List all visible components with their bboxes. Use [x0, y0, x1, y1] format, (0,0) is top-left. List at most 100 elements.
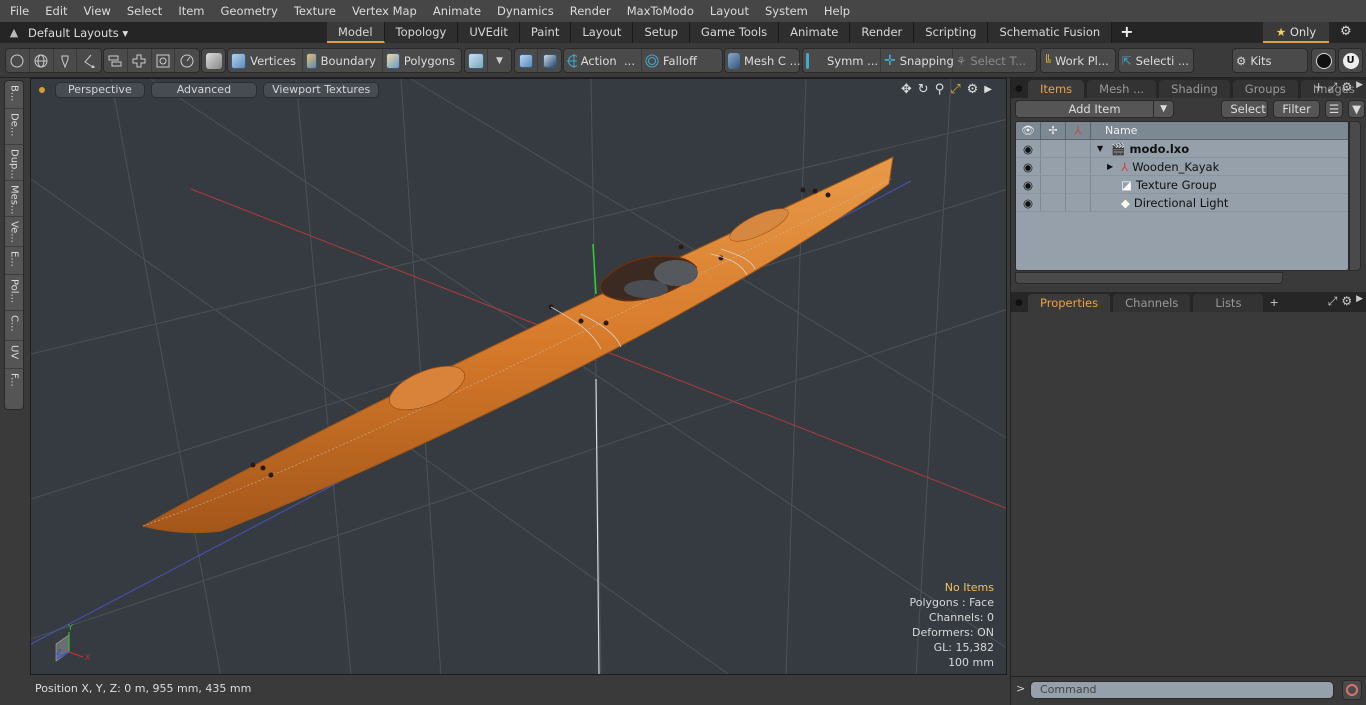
menu-item[interactable]: Item — [170, 0, 212, 22]
lock-column-icon[interactable]: ✢ — [1041, 122, 1066, 139]
filter-button[interactable]: Filter — [1273, 100, 1320, 118]
locator-column-icon[interactable]: ⅄ — [1066, 122, 1091, 139]
chevron-down-icon[interactable]: ▼ — [488, 49, 511, 72]
rotate-view-icon[interactable]: ↻ — [918, 82, 929, 98]
unreal-icon[interactable]: U — [1339, 49, 1362, 72]
dial-icon[interactable] — [175, 49, 199, 72]
tab-layout[interactable]: Layout — [571, 22, 634, 43]
vtab-polygon[interactable]: Pol... — [5, 275, 23, 311]
eye-icon[interactable]: ◉ — [1016, 176, 1041, 193]
menu-view[interactable]: View — [76, 0, 119, 22]
lock-cell[interactable] — [1041, 194, 1066, 211]
menu-maxtomodo[interactable]: MaxToModo — [619, 0, 702, 22]
menu-dynamics[interactable]: Dynamics — [489, 0, 562, 22]
collapse-arrow-icon[interactable]: ▲ — [0, 26, 28, 39]
menu-animate[interactable]: Animate — [425, 0, 489, 22]
globe-icon[interactable] — [30, 49, 54, 72]
panel-gear-icon[interactable]: ⚙ — [1341, 80, 1352, 95]
eye-icon[interactable]: ◉ — [1016, 140, 1041, 157]
expand-panel-icon[interactable]: ⤢ — [1328, 294, 1338, 309]
add-tab-icon[interactable]: + — [1269, 294, 1278, 312]
item-cube-icon[interactable] — [202, 49, 225, 72]
viewport-status-dot-icon[interactable] — [39, 87, 45, 93]
tab-schematic-fusion[interactable]: Schematic Fusion — [988, 22, 1113, 43]
menu-layout[interactable]: Layout — [702, 0, 757, 22]
tab-game-tools[interactable]: Game Tools — [689, 22, 780, 43]
tab-scripting[interactable]: Scripting — [914, 22, 989, 43]
add-item-dropdown-icon[interactable]: ▼ — [1153, 101, 1173, 117]
menu-texture[interactable]: Texture — [286, 0, 344, 22]
menu-render[interactable]: Render — [562, 0, 619, 22]
panel-arrow-icon[interactable]: ▶ — [1356, 80, 1363, 95]
select-through-button[interactable]: ⚘ Select T... — [953, 49, 1033, 72]
menu-select[interactable]: Select — [119, 0, 170, 22]
add-item-button[interactable]: Add Item ▼ — [1015, 100, 1175, 118]
mesh-constraint-button[interactable]: Mesh C ... — [725, 49, 807, 72]
unity-icon[interactable] — [1312, 49, 1335, 72]
vtab-deform[interactable]: De... — [5, 109, 23, 145]
viewport-settings-gear-icon[interactable]: ⚙ — [967, 82, 979, 98]
menu-system[interactable]: System — [757, 0, 816, 22]
selection-sets-button[interactable]: ⇱ Selecti ... — [1119, 49, 1195, 72]
eye-icon[interactable]: ◉ — [1016, 194, 1041, 211]
tab-animate[interactable]: Animate — [779, 22, 851, 43]
transform-cube-icon[interactable] — [515, 49, 539, 72]
maximize-view-icon[interactable]: ⤢ — [950, 82, 960, 98]
lock-cell[interactable] — [1041, 140, 1066, 157]
menu-edit[interactable]: Edit — [37, 0, 75, 22]
zoom-view-icon[interactable]: ⚲ — [935, 82, 945, 98]
material-cube-icon[interactable] — [465, 49, 489, 72]
lock-cell[interactable] — [1041, 158, 1066, 175]
tab-items[interactable]: Items — [1028, 80, 1085, 98]
command-input[interactable]: Command — [1030, 681, 1334, 699]
visibility-column-eye-icon[interactable]: 👁 — [1016, 122, 1041, 139]
kits-button[interactable]: ⚙ Kits — [1233, 49, 1278, 72]
select-button[interactable]: Select — [1221, 100, 1269, 118]
tree-row[interactable]: ◉ ◪ Texture Group — [1016, 176, 1348, 194]
tab-model[interactable]: Model — [327, 22, 385, 43]
falloff-button[interactable]: Falloff — [642, 49, 722, 72]
vtab-uv[interactable]: UV — [5, 341, 23, 369]
viewport-menu-arrow-icon[interactable]: ▶ — [984, 82, 992, 98]
action-center-button[interactable]: Action ... — [564, 49, 642, 72]
tab-groups[interactable]: Groups — [1232, 80, 1298, 98]
vtab-mesh-edit[interactable]: Mes... — [5, 181, 23, 217]
menu-help[interactable]: Help — [816, 0, 858, 22]
element-cube-icon[interactable] — [538, 49, 561, 72]
menu-vertex-map[interactable]: Vertex Map — [344, 0, 425, 22]
add-tab-plus-icon[interactable]: + — [1112, 22, 1141, 43]
panel-gear-icon[interactable]: ⚙ — [1341, 294, 1352, 309]
lock-cell[interactable] — [1041, 176, 1066, 193]
snapping-button[interactable]: ✛ Snapping — [881, 49, 954, 72]
3d-viewport[interactable]: Y X Z Perspective Advanced Viewport Text… — [30, 78, 1007, 675]
eye-icon[interactable]: ◉ — [1016, 158, 1041, 175]
tab-properties[interactable]: Properties — [1028, 294, 1111, 312]
vtab-fusion[interactable]: F... — [5, 369, 23, 403]
vtab-edge[interactable]: E... — [5, 247, 23, 275]
stack-icon[interactable] — [104, 49, 128, 72]
pen-tool-icon[interactable] — [54, 49, 78, 72]
menu-file[interactable]: File — [0, 0, 37, 22]
list-options-icon[interactable]: ☰ — [1324, 100, 1344, 118]
advanced-button[interactable]: Advanced — [150, 82, 258, 98]
command-record-button[interactable] — [1342, 680, 1362, 700]
gear-icon[interactable]: ⚙ — [1340, 24, 1352, 39]
tree-row[interactable]: ◉ ▶ ⅄ Wooden_Kayak — [1016, 158, 1348, 176]
tab-channels[interactable]: Channels — [1113, 294, 1191, 312]
tree-row[interactable]: ◉ ▼ 🎬 modo.lxo — [1016, 140, 1348, 158]
add-tab-icon[interactable]: + — [1314, 80, 1324, 95]
default-layouts-dropdown[interactable]: Default Layouts ▾ — [28, 26, 328, 40]
panel-arrow-icon[interactable]: ▶ — [1356, 294, 1363, 309]
collapse-arrow-icon[interactable]: ▶ — [1107, 162, 1113, 171]
viewport-textures-button[interactable]: Viewport Textures — [263, 82, 380, 98]
symmetry-button[interactable]: Symm ... — [803, 49, 881, 72]
square-circle-icon[interactable] — [152, 49, 176, 72]
boundary-mode-button[interactable]: Boundary — [303, 49, 383, 72]
tab-mesh[interactable]: Mesh ... — [1087, 80, 1157, 98]
cross-shape-icon[interactable] — [128, 49, 152, 72]
vtab-duplicate[interactable]: Dup... — [5, 145, 23, 181]
work-plane-button[interactable]: ╚ Work Pl... — [1041, 49, 1115, 72]
tab-topology[interactable]: Topology — [384, 22, 459, 43]
menu-geometry[interactable]: Geometry — [213, 0, 286, 22]
tab-setup[interactable]: Setup — [633, 22, 690, 43]
